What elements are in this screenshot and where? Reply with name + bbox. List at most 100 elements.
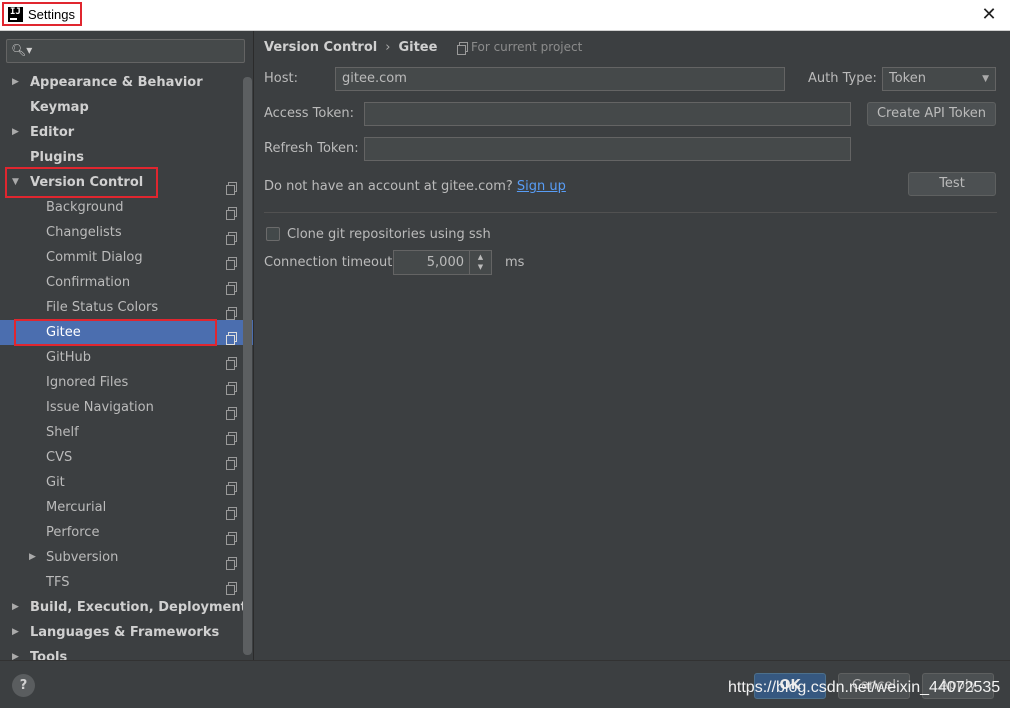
sidebar-item-build-execution-deployment[interactable]: ▶ Build, Execution, Deployment — [0, 595, 253, 620]
sidebar-item-subversion[interactable]: ▶ Subversion — [0, 545, 253, 570]
project-scope-icon — [226, 182, 237, 195]
sidebar-item-changelists[interactable]: Changelists — [0, 220, 253, 245]
sidebar-item-label: File Status Colors — [46, 300, 159, 315]
sidebar-item-ignored-files[interactable]: Ignored Files — [0, 370, 253, 395]
sidebar-item-commit-dialog[interactable]: Commit Dialog — [0, 245, 253, 270]
sign-up-link[interactable]: Sign up — [517, 179, 566, 194]
collapsed-arrow-icon[interactable]: ▶ — [12, 595, 19, 620]
scope-label: For current project — [471, 40, 583, 54]
settings-search-input[interactable]: 🔍︎▾ — [6, 39, 245, 63]
divider — [264, 212, 997, 213]
sidebar-item-perforce[interactable]: Perforce — [0, 520, 253, 545]
project-scope-icon — [226, 207, 237, 220]
project-scope-icon — [226, 307, 237, 320]
project-scope-icon — [226, 257, 237, 270]
sidebar-item-label: Confirmation — [46, 275, 131, 290]
breadcrumb-current: Gitee — [398, 40, 438, 55]
spinner-arrows-icon[interactable]: ▲ ▼ — [469, 251, 491, 274]
settings-sidebar: 🔍︎▾ ▶ Appearance & Behavior Keymap ▶ Editor P… — [0, 31, 254, 660]
sidebar-item-label: Git — [46, 475, 65, 490]
sidebar-item-tools[interactable]: ▶ Tools — [0, 645, 253, 660]
sidebar-scrollbar[interactable] — [243, 77, 252, 655]
collapsed-arrow-icon[interactable]: ▶ — [12, 70, 19, 95]
sidebar-item-cvs[interactable]: CVS — [0, 445, 253, 470]
sidebar-item-gitee[interactable]: Gitee — [0, 320, 253, 345]
refresh-token-input[interactable] — [364, 137, 851, 161]
project-scope-icon — [226, 457, 237, 470]
collapsed-arrow-icon[interactable]: ▶ — [29, 545, 36, 570]
connection-timeout-spinner[interactable]: 5,000 ▲ ▼ — [393, 250, 492, 275]
access-token-label: Access Token: — [264, 106, 355, 121]
auth-type-select[interactable]: Token ▼ — [882, 67, 996, 91]
sidebar-item-label: Tools — [30, 650, 68, 660]
collapsed-arrow-icon[interactable]: ▶ — [12, 620, 19, 645]
sidebar-item-label: Keymap — [30, 100, 89, 115]
sidebar-item-label: CVS — [46, 450, 73, 465]
host-input[interactable]: gitee.com — [335, 67, 785, 91]
sidebar-item-file-status-colors[interactable]: File Status Colors — [0, 295, 253, 320]
sidebar-item-label: Appearance & Behavior — [30, 75, 203, 90]
sidebar-item-label: Mercurial — [46, 500, 107, 515]
project-scope-icon — [226, 532, 237, 545]
auth-type-value: Token — [889, 71, 926, 86]
scope-note: For current project — [457, 40, 583, 55]
settings-tree: ▶ Appearance & Behavior Keymap ▶ Editor Plugi… — [0, 70, 253, 660]
close-icon[interactable]: ✕ — [978, 4, 1000, 26]
sidebar-item-label: Subversion — [46, 550, 119, 565]
sidebar-item-label: GitHub — [46, 350, 92, 365]
sidebar-item-label: Ignored Files — [46, 375, 129, 390]
sidebar-item-issue-navigation[interactable]: Issue Navigation — [0, 395, 253, 420]
intellij-app-icon: IJ — [8, 6, 23, 22]
sidebar-item-label: Plugins — [30, 150, 84, 165]
dialog-footer: ? OK Cancel Apply https://blog.csdn.net/… — [0, 660, 1010, 708]
project-scope-icon — [226, 282, 237, 295]
sidebar-item-languages-frameworks[interactable]: ▶ Languages & Frameworks — [0, 620, 253, 645]
project-scope-icon — [226, 332, 237, 345]
project-scope-icon — [457, 41, 468, 55]
project-scope-icon — [226, 507, 237, 520]
project-scope-icon — [226, 582, 237, 595]
sidebar-item-shelf[interactable]: Shelf — [0, 420, 253, 445]
sidebar-item-editor[interactable]: ▶ Editor — [0, 120, 253, 145]
help-icon[interactable]: ? — [12, 674, 35, 697]
sidebar-item-tfs[interactable]: TFS — [0, 570, 253, 595]
test-button[interactable]: Test — [908, 172, 996, 196]
sidebar-item-label: Languages & Frameworks — [30, 625, 220, 640]
auth-type-label: Auth Type: — [808, 71, 877, 86]
collapsed-arrow-icon[interactable]: ▶ — [12, 120, 19, 145]
breadcrumb: Version Control › Gitee — [264, 40, 437, 55]
sidebar-item-label: Commit Dialog — [46, 250, 143, 265]
project-scope-icon — [226, 407, 237, 420]
create-api-token-button[interactable]: Create API Token — [867, 102, 996, 126]
sidebar-item-label: Gitee — [46, 325, 81, 340]
expanded-arrow-icon[interactable]: ▼ — [12, 170, 19, 195]
host-label: Host: — [264, 71, 298, 86]
project-scope-icon — [226, 382, 237, 395]
gitee-settings-panel: Version Control › Gitee For current projec… — [255, 31, 1010, 660]
sidebar-item-confirmation[interactable]: Confirmation — [0, 270, 253, 295]
sidebar-item-github[interactable]: GitHub — [0, 345, 253, 370]
sidebar-item-appearance-behavior[interactable]: ▶ Appearance & Behavior — [0, 70, 253, 95]
sidebar-item-background[interactable]: Background — [0, 195, 253, 220]
sidebar-item-label: Perforce — [46, 525, 100, 540]
collapsed-arrow-icon[interactable]: ▶ — [12, 645, 19, 660]
clone-ssh-label: Clone git repositories using ssh — [287, 227, 491, 242]
sidebar-item-label: Background — [46, 200, 124, 215]
sidebar-item-label: Editor — [30, 125, 75, 140]
project-scope-icon — [226, 357, 237, 370]
account-prompt: Do not have an account at gitee.com? Sig… — [264, 179, 566, 194]
breadcrumb-separator: › — [385, 40, 391, 55]
access-token-input[interactable] — [364, 102, 851, 126]
timeout-value: 5,000 — [426, 255, 464, 270]
sidebar-item-plugins[interactable]: Plugins — [0, 145, 253, 170]
sidebar-item-git[interactable]: Git — [0, 470, 253, 495]
project-scope-icon — [226, 432, 237, 445]
title-bar: IJ Settings ✕ — [0, 0, 1010, 31]
sidebar-item-keymap[interactable]: Keymap — [0, 95, 253, 120]
sidebar-item-label: Changelists — [46, 225, 122, 240]
search-icon: 🔍︎▾ — [11, 43, 33, 57]
window-title-text: Settings — [28, 6, 75, 22]
sidebar-item-version-control[interactable]: ▼ Version Control — [0, 170, 253, 195]
clone-ssh-checkbox[interactable] — [266, 227, 280, 241]
sidebar-item-mercurial[interactable]: Mercurial — [0, 495, 253, 520]
